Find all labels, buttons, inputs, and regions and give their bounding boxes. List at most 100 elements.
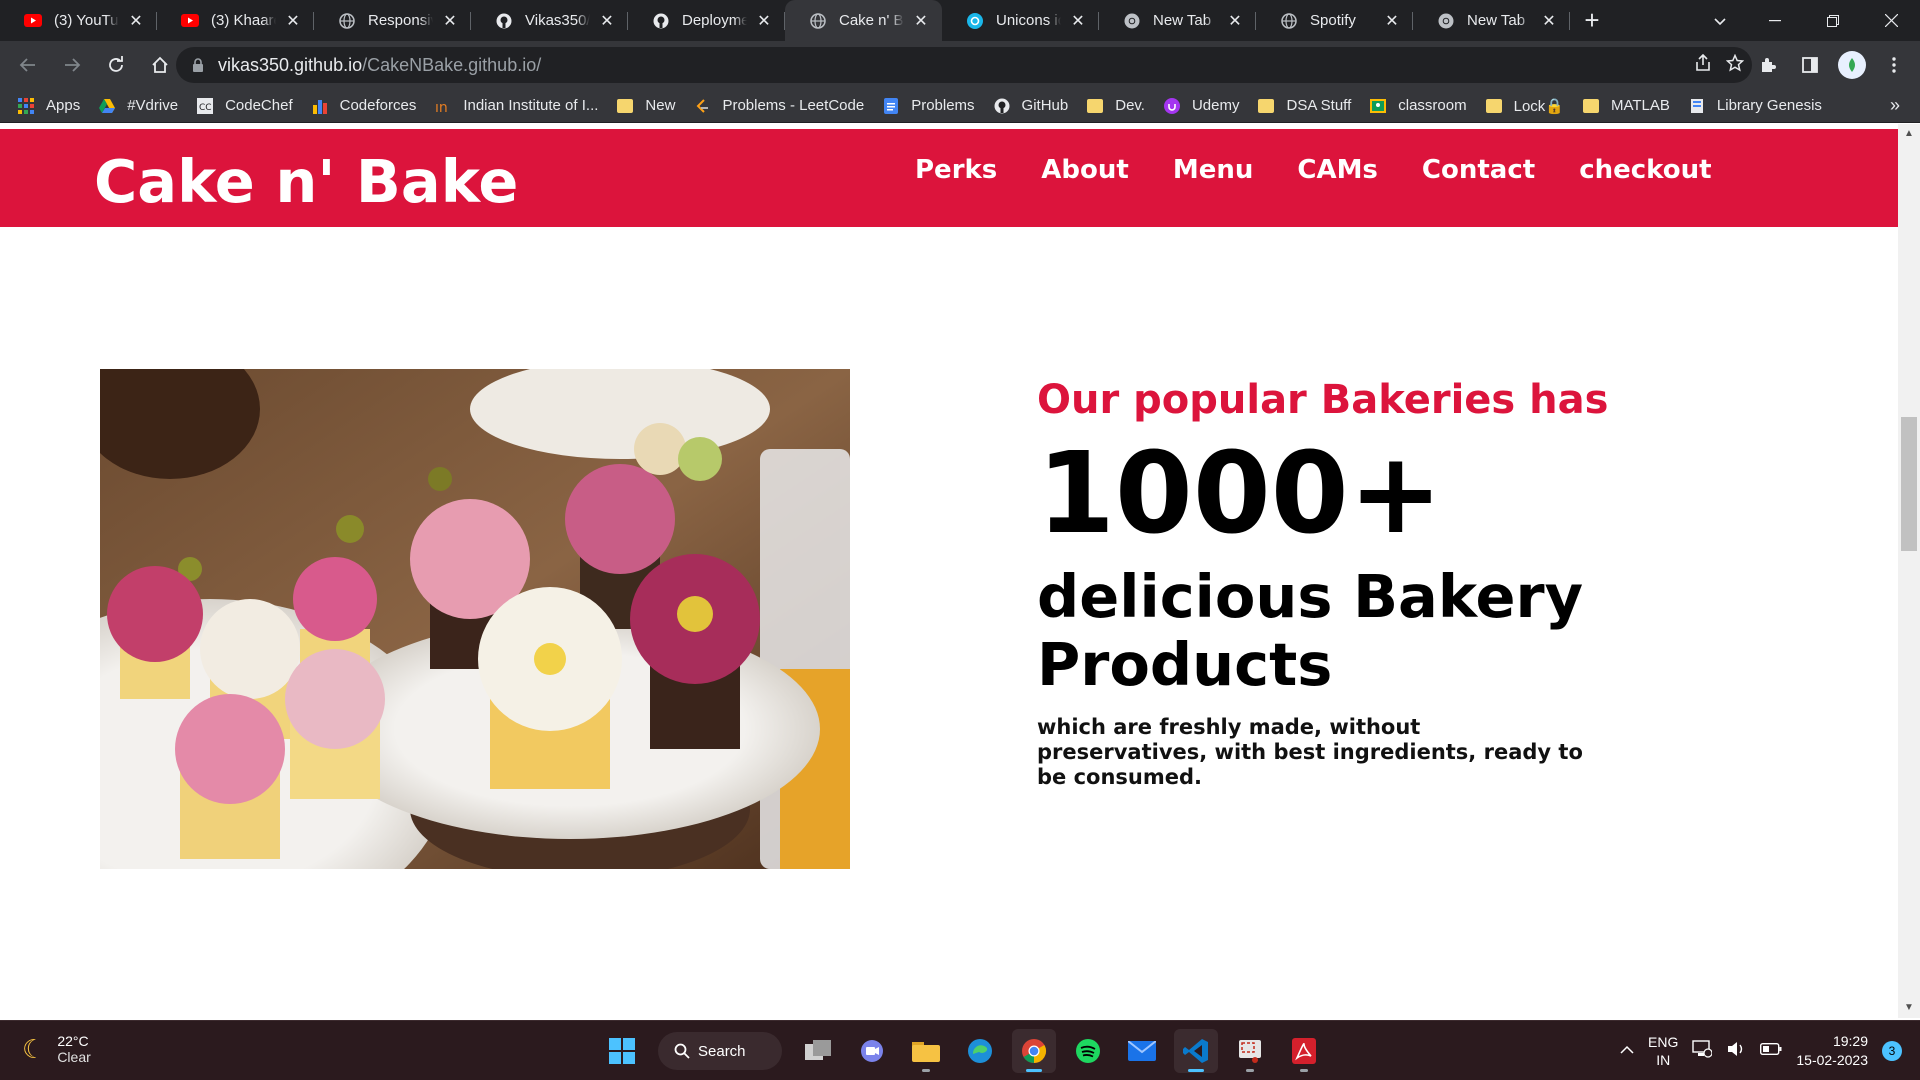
minimize-icon[interactable] [1746,0,1804,41]
bookmark-item[interactable]: Codeforces [312,97,416,114]
bookmark-item[interactable]: ın Indian Institute of I... [435,97,598,114]
tab-cake-n-bake[interactable]: Cake n' Bake ✕ [785,0,942,41]
promo-section: Our popular Bakeries has 1000+ delicious… [1037,369,1837,790]
teams-chat-icon[interactable] [850,1029,894,1073]
reload-icon[interactable] [96,45,136,85]
tab-title: Deployments [682,12,747,29]
page-viewport: Cake n' Bake Perks About Menu CAMs Contact ch… [0,124,1920,1018]
file-explorer-icon[interactable] [904,1029,948,1073]
close-tab-icon[interactable]: ✕ [1069,12,1087,30]
vscode-icon[interactable] [1174,1029,1218,1073]
tab-deployments[interactable]: Deployments ✕ [628,0,785,41]
more-bookmarks-icon[interactable]: » [1890,95,1900,116]
bookmark-item[interactable]: MATLAB [1582,97,1670,114]
volume-icon[interactable] [1726,1040,1746,1063]
close-tab-icon[interactable]: ✕ [1383,12,1401,30]
acrobat-pdf-icon[interactable] [1282,1029,1326,1073]
tab-new-tab[interactable]: New Tab ✕ [1099,0,1256,41]
tab-new-tab[interactable]: New Tab ✕ [1413,0,1570,41]
site-logo[interactable]: Cake n' Bake [94,147,518,216]
tab-title: Spotify [1310,12,1356,29]
bookmark-item[interactable]: classroom [1370,97,1467,114]
clock[interactable]: 19:29 15-02-2023 [1796,1032,1868,1070]
promo-headline: delicious Bakery Products [1037,562,1584,699]
url-path: /CakeNBake.github.io/ [362,54,542,75]
tab-spotify[interactable]: Spotify ✕ [1256,0,1413,41]
spotify-icon[interactable] [1066,1029,1110,1073]
extensions-icon[interactable] [1750,47,1786,83]
taskbar-search[interactable]: Search [658,1032,782,1070]
share-icon[interactable] [1694,53,1712,77]
tab-vikas350-cakenbake[interactable]: Vikas350/CakeNBake ✕ [471,0,628,41]
back-icon[interactable] [8,45,48,85]
lock-icon[interactable] [192,57,204,73]
tab-unicons-icons[interactable]: Unicons icons ✕ [942,0,1099,41]
tab-search-icon[interactable] [1702,0,1738,41]
close-tab-icon[interactable]: ✕ [284,12,302,30]
close-tab-icon[interactable]: ✕ [598,12,616,30]
site-header: Cake n' Bake Perks About Menu CAMs Contact ch… [0,129,1898,227]
nav-link-about[interactable]: About [1041,155,1129,185]
close-tab-icon[interactable]: ✕ [912,12,930,30]
tab-title: Cake n' Bake [839,12,904,29]
page-scrollbar[interactable]: ▲ ▼ [1898,124,1920,1018]
bookmark-item[interactable]: DSA Stuff [1258,97,1351,114]
show-hidden-icons-chevron-icon[interactable] [1620,1042,1634,1060]
bookmark-item[interactable]: Dev. [1087,97,1145,114]
scrollbar-thumb[interactable] [1901,417,1917,551]
bookmark-item[interactable]: CC CodeChef [197,97,293,114]
weather-widget[interactable]: ☾ 22°C Clear [22,1033,91,1065]
address-bar[interactable]: vikas350.github.io/CakeNBake.github.io/ [176,47,1752,83]
profile-avatar[interactable] [1834,47,1870,83]
close-tab-icon[interactable]: ✕ [441,12,459,30]
forward-icon[interactable] [52,45,92,85]
leetcode-icon [694,98,710,114]
bookmark-item[interactable]: New [617,97,675,114]
nav-link-contact[interactable]: Contact [1422,155,1535,185]
bookmark-item[interactable]: Problems - LeetCode [694,97,864,114]
bookmark-item[interactable]: Problems [883,97,975,114]
bookmark-item[interactable]: GitHub [994,97,1068,114]
close-window-icon[interactable] [1862,0,1920,41]
snipping-tool-icon[interactable] [1228,1029,1272,1073]
bookmark-label: CodeChef [225,97,293,114]
github-icon [994,98,1010,114]
bookmark-item[interactable]: Udemy [1163,97,1240,114]
tab-3-khaare-fi[interactable]: (3) Khaare Fi ✕ [157,0,314,41]
nav-link-checkout[interactable]: checkout [1579,155,1711,185]
scroll-down-arrow-icon[interactable]: ▼ [1904,1003,1914,1013]
nav-link-perks[interactable]: Perks [915,155,997,185]
google-drive-icon [99,98,116,114]
close-tab-icon[interactable]: ✕ [755,12,773,30]
start-windows-icon[interactable] [600,1029,644,1073]
notification-badge[interactable]: 3 [1882,1041,1902,1061]
close-tab-icon[interactable]: ✕ [127,12,145,30]
bookmark-item[interactable]: Library Genesis [1689,97,1822,114]
side-panel-icon[interactable] [1792,47,1828,83]
bookmark-item[interactable]: Lock🔒 [1485,97,1564,115]
battery-icon[interactable] [1760,1042,1782,1060]
nav-link-menu[interactable]: Menu [1173,155,1254,185]
menu-kebab-icon[interactable] [1876,47,1912,83]
bookmark-star-icon[interactable] [1725,53,1745,77]
region-code: IN [1656,1052,1671,1068]
bookmark-item[interactable]: Apps [18,97,80,114]
globe-icon [809,12,827,30]
network-icon[interactable] [1692,1039,1713,1063]
tab-responsive[interactable]: Responsive ✕ [314,0,471,41]
bookmark-label: Udemy [1191,97,1240,114]
home-icon[interactable] [140,45,180,85]
close-tab-icon[interactable]: ✕ [1540,12,1558,30]
tab-3-youtube[interactable]: (3) YouTube ✕ [0,0,157,41]
nav-link-cams[interactable]: CAMs [1297,155,1378,185]
edge-browser-icon[interactable] [958,1029,1002,1073]
new-tab-icon[interactable]: + [1570,0,1614,41]
bookmark-item[interactable]: #Vdrive [99,97,178,114]
close-tab-icon[interactable]: ✕ [1226,12,1244,30]
mail-icon[interactable] [1120,1029,1164,1073]
restore-icon[interactable] [1804,0,1862,41]
language-indicator[interactable]: ENG IN [1648,1033,1678,1069]
chrome-icon[interactable] [1012,1029,1056,1073]
task-view-icon[interactable] [796,1029,840,1073]
scroll-up-arrow-icon[interactable]: ▲ [1904,129,1914,139]
